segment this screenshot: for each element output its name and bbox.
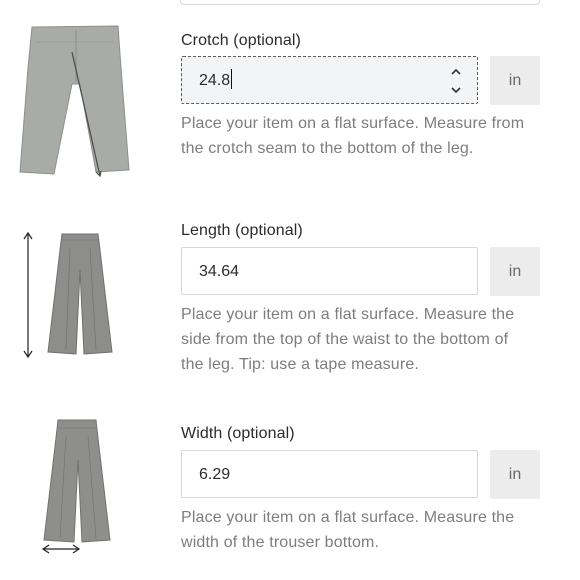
length-help-text: Place your item on a flat surface. Measu…: [181, 306, 515, 373]
width-input[interactable]: 6.29: [181, 450, 478, 498]
length-label: Length (optional): [181, 222, 303, 239]
crotch-help-text: Place your item on a flat surface. Measu…: [181, 115, 525, 157]
stepper-down-icon[interactable]: [451, 87, 461, 94]
width-help-text: Place your item on a flat surface. Measu…: [181, 509, 515, 551]
trousers-length-diagram-icon: [23, 231, 113, 359]
width-label: Width (optional): [181, 425, 295, 442]
length-unit-button[interactable]: in: [490, 247, 540, 296]
trousers-width-diagram-icon: [41, 419, 111, 554]
stepper-up-icon[interactable]: [451, 68, 461, 75]
crotch-unit-button[interactable]: in: [490, 56, 540, 105]
crotch-label: Crotch (optional): [181, 32, 301, 49]
trousers-crotch-diagram-icon: [19, 25, 130, 178]
crotch-input-value: 24.8: [199, 72, 231, 89]
crotch-input[interactable]: 24.8: [181, 56, 478, 104]
width-unit-button[interactable]: in: [490, 450, 540, 499]
previous-field-bottom-edge: [180, 0, 540, 5]
length-input[interactable]: 34.64: [181, 247, 478, 295]
number-stepper-icon[interactable]: [449, 68, 463, 94]
text-caret: [231, 69, 233, 89]
